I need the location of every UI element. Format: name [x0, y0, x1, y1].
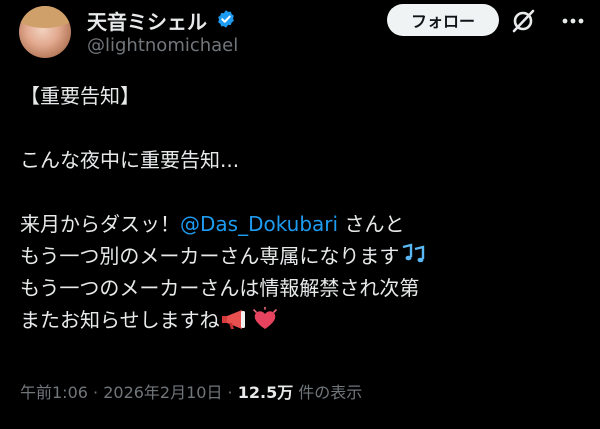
tweet-line: 来月からダスッ！@Das_Dokubari さんと [20, 208, 585, 240]
follow-button[interactable]: フォロー [387, 4, 499, 36]
tweet-body: 【重要告知】 こんな夜中に重要告知... 来月からダスッ！@Das_Dokuba… [20, 80, 585, 336]
tweet-time[interactable]: 午前1:06 [20, 383, 88, 402]
author-display-name[interactable]: 天音ミシェル [87, 6, 207, 35]
tweet-line: もう一つのメーカーさんは情報解禁され次第 [20, 276, 420, 300]
tweet-meta: 午前1:06 · 2026年2月10日 · 12.5万 件の表示 [20, 383, 363, 402]
heart-icon [252, 307, 277, 329]
verified-badge-icon [218, 10, 234, 28]
tweet-line: もう一つ別のメーカーさん専属になります [20, 240, 585, 272]
tweet-date[interactable]: 2026年2月10日 [103, 383, 222, 402]
tweet-line: またお知らせしますね [20, 304, 585, 336]
tweet-text: さんと [338, 212, 405, 236]
music-notes-icon [403, 243, 425, 263]
more-icon[interactable] [560, 8, 586, 34]
tweet-text: 来月からダスッ！ [20, 212, 180, 236]
tweet-line: 【重要告知】 [20, 84, 140, 108]
tweet-line: こんな夜中に重要告知... [20, 148, 240, 172]
view-label: 件の表示 [293, 383, 363, 402]
megaphone-icon [221, 310, 245, 329]
grok-icon[interactable] [510, 8, 536, 34]
avatar[interactable] [19, 6, 71, 58]
mention-link[interactable]: @Das_Dokubari [180, 212, 338, 236]
view-count: 12.5万 [237, 383, 294, 402]
author-handle[interactable]: @lightnomichael [87, 35, 238, 56]
